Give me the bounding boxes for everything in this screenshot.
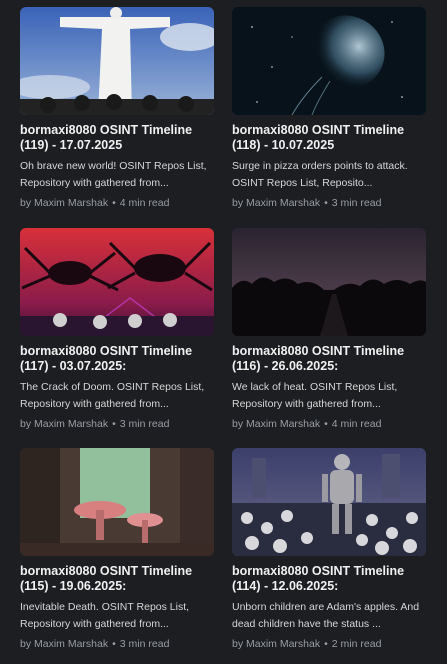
post-excerpt: The Crack of Doom. OSINT Repos List, Rep… bbox=[20, 381, 205, 410]
post-author[interactable]: by Maxim Marshak bbox=[20, 197, 108, 209]
dark-forest-road-image bbox=[232, 228, 426, 336]
meta-separator: • bbox=[324, 197, 328, 209]
post-card[interactable]: bormaxi8080 OSINT Timeline (116) - 26.06… bbox=[232, 228, 426, 431]
post-thumbnail[interactable] bbox=[232, 448, 426, 556]
meta-separator: • bbox=[112, 197, 116, 209]
post-meta: by Maxim Marshak • 3 min read bbox=[20, 417, 214, 431]
post-author[interactable]: by Maxim Marshak bbox=[20, 418, 108, 430]
post-card[interactable]: bormaxi8080 OSINT Timeline (119) - 17.07… bbox=[20, 7, 214, 210]
meta-separator: • bbox=[324, 638, 328, 650]
post-meta: by Maxim Marshak • 2 min read bbox=[232, 637, 426, 651]
post-author[interactable]: by Maxim Marshak bbox=[20, 638, 108, 650]
post-title[interactable]: bormaxi8080 OSINT Timeline (115) - 19.06… bbox=[20, 564, 214, 594]
post-excerpt: Surge in pizza orders points to attack. … bbox=[232, 160, 408, 189]
post-title[interactable]: bormaxi8080 OSINT Timeline (117) - 03.07… bbox=[20, 344, 214, 374]
post-grid: bormaxi8080 OSINT Timeline (119) - 17.07… bbox=[0, 0, 447, 664]
post-read-time: 3 min read bbox=[119, 638, 170, 650]
post-title[interactable]: bormaxi8080 OSINT Timeline (119) - 17.07… bbox=[20, 123, 214, 153]
post-meta: by Maxim Marshak • 4 min read bbox=[20, 196, 214, 210]
post-read-time: 4 min read bbox=[331, 418, 382, 430]
post-read-time: 4 min read bbox=[119, 197, 170, 209]
meta-separator: • bbox=[324, 418, 328, 430]
post-excerpt: Inevitable Death. OSINT Repos List, Repo… bbox=[20, 601, 190, 630]
post-meta: by Maxim Marshak • 3 min read bbox=[232, 196, 426, 210]
post-thumbnail[interactable] bbox=[20, 228, 214, 336]
meta-separator: • bbox=[112, 638, 116, 650]
post-author[interactable]: by Maxim Marshak bbox=[232, 197, 320, 209]
post-meta: by Maxim Marshak • 3 min read bbox=[20, 637, 214, 651]
post-author[interactable]: by Maxim Marshak bbox=[232, 418, 320, 430]
post-excerpt: Oh brave new world! OSINT Repos List, Re… bbox=[20, 160, 207, 189]
post-thumbnail[interactable] bbox=[20, 7, 214, 115]
post-title[interactable]: bormaxi8080 OSINT Timeline (116) - 26.06… bbox=[232, 344, 426, 374]
robot-on-skulls-image bbox=[232, 448, 426, 556]
christ-statue-with-soldiers-image bbox=[20, 7, 214, 115]
jellyfish-in-space-image bbox=[232, 7, 426, 115]
post-thumbnail[interactable] bbox=[232, 228, 426, 336]
post-card[interactable]: bormaxi8080 OSINT Timeline (115) - 19.06… bbox=[20, 448, 214, 651]
post-card[interactable]: bormaxi8080 OSINT Timeline (114) - 12.06… bbox=[232, 448, 426, 651]
post-title[interactable]: bormaxi8080 OSINT Timeline (114) - 12.06… bbox=[232, 564, 426, 594]
post-thumbnail[interactable] bbox=[232, 7, 426, 115]
red-spiders-and-figures-image bbox=[20, 228, 214, 336]
post-card[interactable]: bormaxi8080 OSINT Timeline (117) - 03.07… bbox=[20, 228, 214, 431]
post-read-time: 3 min read bbox=[331, 197, 382, 209]
post-author[interactable]: by Maxim Marshak bbox=[232, 638, 320, 650]
green-mushroom-city-image bbox=[20, 448, 214, 556]
post-title[interactable]: bormaxi8080 OSINT Timeline (118) - 10.07… bbox=[232, 123, 426, 153]
post-meta: by Maxim Marshak • 4 min read bbox=[232, 417, 426, 431]
post-read-time: 2 min read bbox=[331, 638, 382, 650]
post-excerpt: We lack of heat. OSINT Repos List, Repos… bbox=[232, 381, 398, 410]
post-thumbnail[interactable] bbox=[20, 448, 214, 556]
post-excerpt: Unborn children are Adam's apples. And d… bbox=[232, 601, 420, 630]
post-read-time: 3 min read bbox=[119, 418, 170, 430]
meta-separator: • bbox=[112, 418, 116, 430]
post-card[interactable]: bormaxi8080 OSINT Timeline (118) - 10.07… bbox=[232, 7, 426, 210]
